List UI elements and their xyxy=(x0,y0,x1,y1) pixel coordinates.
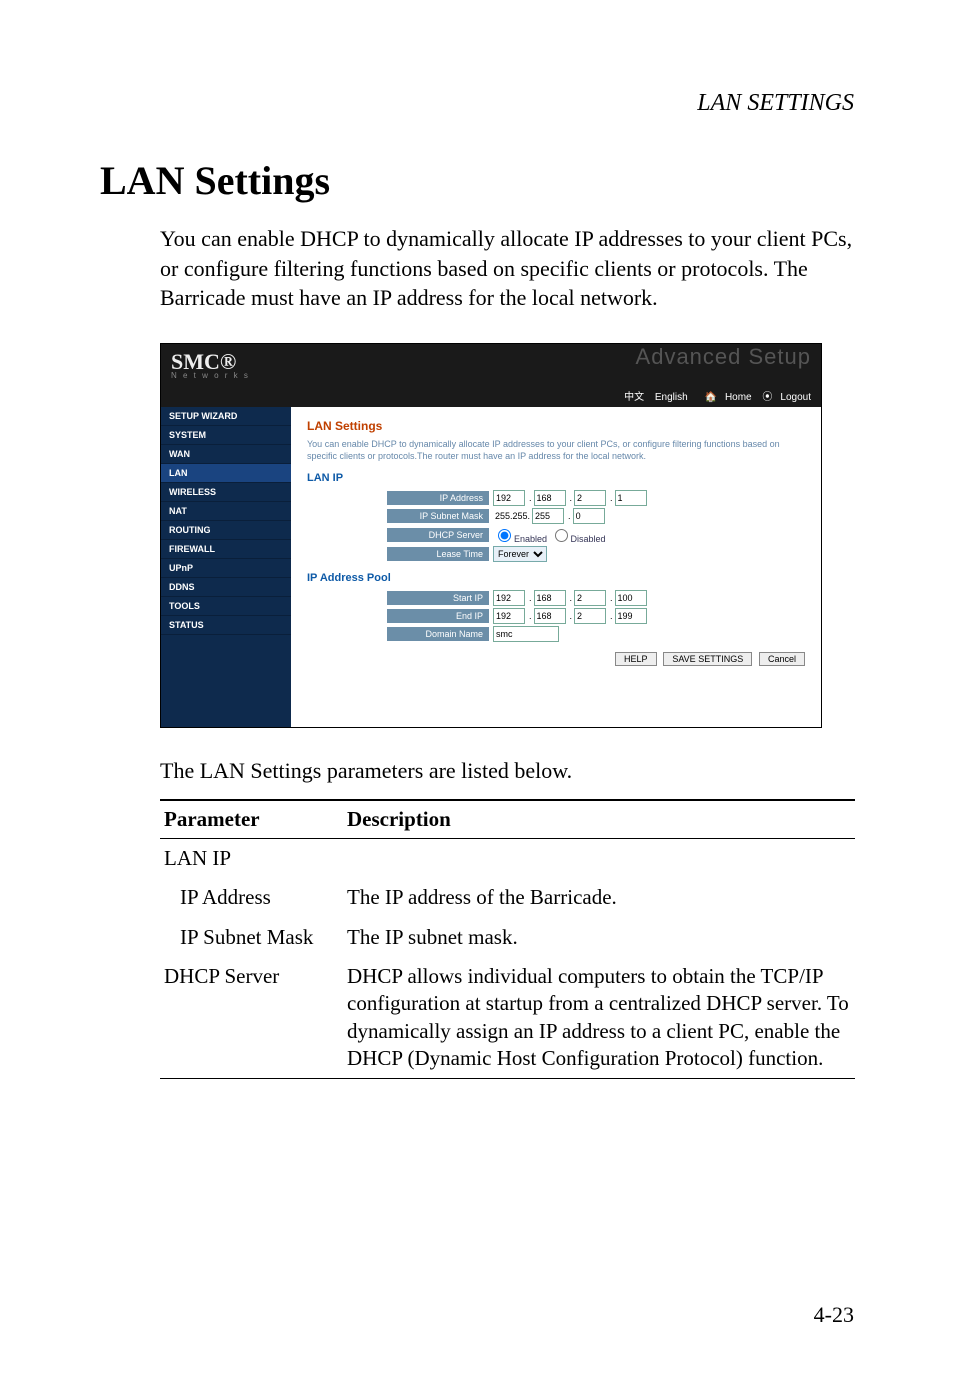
sidebar-item-system[interactable]: SYSTEM xyxy=(161,426,291,445)
table-row: LAN IP xyxy=(160,839,855,879)
router-screenshot: SMC® N e t w o r k s Advanced Setup 中文 E… xyxy=(160,343,822,728)
home-link[interactable]: Home xyxy=(725,392,752,403)
content-title: LAN Settings xyxy=(307,419,805,433)
lang-cn-link[interactable]: 中文 xyxy=(624,392,644,403)
desc-lan-ip xyxy=(343,839,855,879)
end-ip-3[interactable] xyxy=(574,608,606,624)
page-header: LAN SETTINGS xyxy=(100,90,854,117)
sidebar-item-setup-wizard[interactable]: SETUP WIZARD xyxy=(161,407,291,426)
param-dhcp-server: DHCP Server xyxy=(160,957,343,1079)
table-row: IP Address The IP address of the Barrica… xyxy=(160,878,855,917)
ip-octet-3[interactable] xyxy=(574,490,606,506)
lease-time-select[interactable]: Forever xyxy=(493,546,547,562)
table-header-description: Description xyxy=(343,800,855,839)
page-number: 4-23 xyxy=(814,1302,854,1328)
lan-ip-section-header: LAN IP xyxy=(307,472,805,484)
dhcp-disabled-radio[interactable] xyxy=(555,529,568,542)
dhcp-enabled-radio[interactable] xyxy=(498,529,511,542)
subnet-prefix: 255.255. xyxy=(495,511,530,521)
sidebar-item-firewall[interactable]: FIREWALL xyxy=(161,540,291,559)
lease-time-label: Lease Time xyxy=(387,547,489,561)
content-description: You can enable DHCP to dynamically alloc… xyxy=(307,439,805,462)
start-ip-1[interactable] xyxy=(493,590,525,606)
subnet-octet-3[interactable] xyxy=(532,508,564,524)
ip-address-label: IP Address xyxy=(387,491,489,505)
help-button[interactable]: HELP xyxy=(615,652,657,666)
logout-link[interactable]: Logout xyxy=(780,392,811,403)
table-header-parameter: Parameter xyxy=(160,800,343,839)
sidebar-item-wireless[interactable]: WIRELESS xyxy=(161,483,291,502)
desc-ip-address: The IP address of the Barricade. xyxy=(343,878,855,917)
param-subnet-mask: IP Subnet Mask xyxy=(160,918,343,957)
start-ip-2[interactable] xyxy=(534,590,566,606)
end-ip-2[interactable] xyxy=(534,608,566,624)
sidebar-item-lan[interactable]: LAN xyxy=(161,464,291,483)
subnet-octet-4[interactable] xyxy=(573,508,605,524)
ip-octet-1[interactable] xyxy=(493,490,525,506)
sidebar-item-nat[interactable]: NAT xyxy=(161,502,291,521)
parameter-table: Parameter Description LAN IP IP Address … xyxy=(160,799,855,1079)
table-caption: The LAN Settings parameters are listed b… xyxy=(160,758,854,784)
dhcp-server-label: DHCP Server xyxy=(387,528,489,542)
desc-subnet-mask: The IP subnet mask. xyxy=(343,918,855,957)
start-ip-label: Start IP xyxy=(387,591,489,605)
save-settings-button[interactable]: SAVE SETTINGS xyxy=(663,652,752,666)
param-lan-ip: LAN IP xyxy=(160,839,343,879)
start-ip-3[interactable] xyxy=(574,590,606,606)
table-row: IP Subnet Mask The IP subnet mask. xyxy=(160,918,855,957)
sidebar-item-tools[interactable]: TOOLS xyxy=(161,597,291,616)
advanced-setup-title: Advanced Setup xyxy=(636,344,811,370)
sidebar-item-status[interactable]: STATUS xyxy=(161,616,291,635)
main-heading: LAN Settings xyxy=(100,157,854,204)
ip-octet-2[interactable] xyxy=(534,490,566,506)
param-ip-address: IP Address xyxy=(160,878,343,917)
cancel-button[interactable]: Cancel xyxy=(759,652,805,666)
intro-paragraph: You can enable DHCP to dynamically alloc… xyxy=(160,224,854,313)
domain-name-input[interactable] xyxy=(493,626,559,642)
start-ip-4[interactable] xyxy=(615,590,647,606)
sidebar-nav: SETUP WIZARD SYSTEM WAN LAN WIRELESS NAT… xyxy=(161,407,291,727)
lang-en-link[interactable]: English xyxy=(655,392,688,403)
ip-pool-section-header: IP Address Pool xyxy=(307,572,805,584)
end-ip-label: End IP xyxy=(387,609,489,623)
end-ip-4[interactable] xyxy=(615,608,647,624)
end-ip-1[interactable] xyxy=(493,608,525,624)
sidebar-item-wan[interactable]: WAN xyxy=(161,445,291,464)
dhcp-enabled-label: Enabled xyxy=(514,534,547,544)
ip-octet-4[interactable] xyxy=(615,490,647,506)
sidebar-item-upnp[interactable]: UPnP xyxy=(161,559,291,578)
table-row: DHCP Server DHCP allows individual compu… xyxy=(160,957,855,1079)
desc-dhcp-server: DHCP allows individual computers to obta… xyxy=(343,957,855,1079)
sidebar-item-ddns[interactable]: DDNS xyxy=(161,578,291,597)
sidebar-item-routing[interactable]: ROUTING xyxy=(161,521,291,540)
subnet-label: IP Subnet Mask xyxy=(387,509,489,523)
top-nav-bar: 中文 English 🏠Home ⦿Logout xyxy=(161,384,821,407)
smc-logo-subtitle: N e t w o r k s xyxy=(171,371,250,380)
dhcp-disabled-label: Disabled xyxy=(571,534,606,544)
domain-name-label: Domain Name xyxy=(387,627,489,641)
